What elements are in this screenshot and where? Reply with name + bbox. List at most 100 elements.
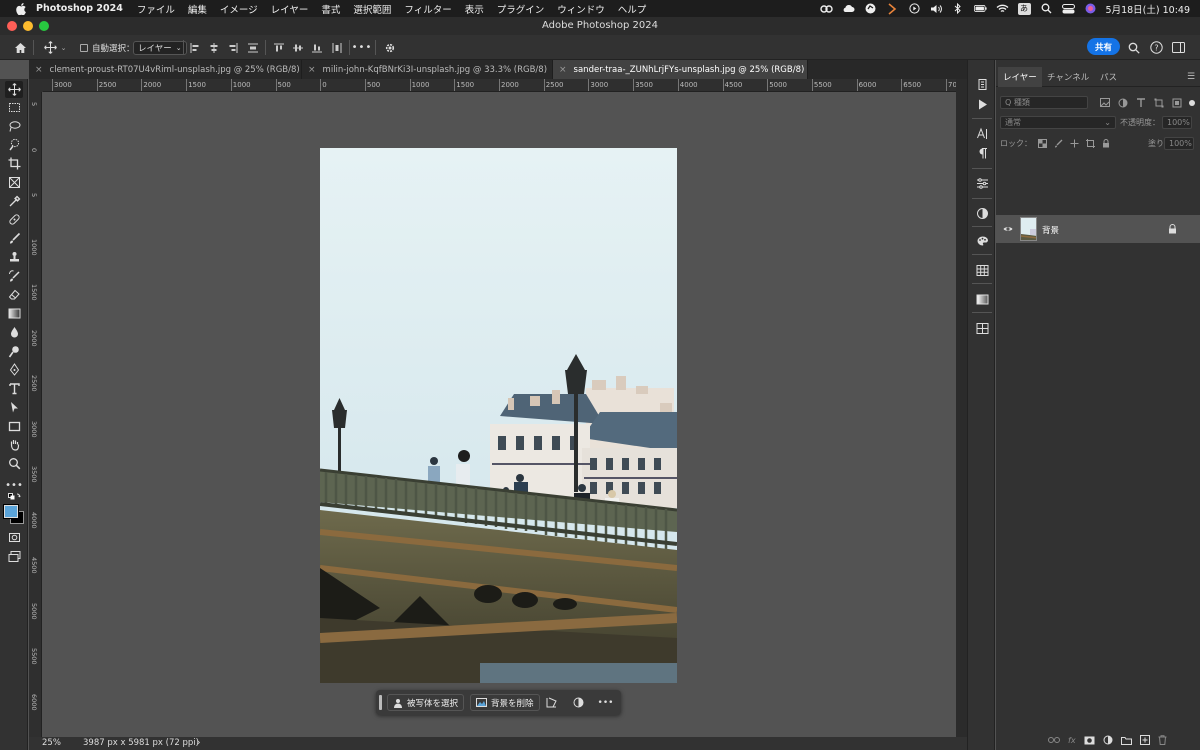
menu-filter[interactable]: フィルター (404, 2, 451, 16)
gradients-panel-icon[interactable] (974, 291, 990, 307)
frame-tool[interactable] (5, 174, 23, 191)
transform-icon[interactable] (543, 694, 560, 711)
help-icon[interactable]: ? (1148, 35, 1164, 60)
auto-select-checkbox[interactable] (80, 43, 88, 52)
brush-tool[interactable] (5, 230, 23, 247)
search-icon[interactable] (1126, 35, 1142, 60)
menu-file[interactable]: ファイル (137, 2, 175, 16)
spot-healing-brush-tool[interactable] (5, 211, 23, 228)
new-layer-icon[interactable] (1139, 735, 1150, 745)
quick-mask-mode[interactable] (5, 529, 23, 546)
home-icon[interactable] (10, 35, 30, 60)
wifi-icon[interactable] (996, 3, 1009, 14)
lasso-tool[interactable] (5, 118, 23, 135)
volume-icon[interactable] (930, 3, 943, 14)
menu-layer[interactable]: レイヤー (271, 2, 309, 16)
new-group-folder-icon[interactable] (1120, 736, 1132, 745)
align-top-icon[interactable] (272, 35, 286, 60)
vertical-scrollbar[interactable] (956, 79, 967, 737)
history-brush-tool[interactable] (5, 268, 23, 285)
object-selection-tool[interactable] (5, 136, 23, 153)
select-subject-button[interactable]: 被写体を選択 (387, 694, 465, 711)
tab-layers[interactable]: レイヤー (998, 67, 1042, 87)
hand-tool[interactable] (5, 436, 23, 453)
move-tool[interactable] (5, 81, 23, 98)
filter-shape-icon[interactable] (1154, 98, 1164, 108)
adjustment-icon[interactable] (570, 694, 587, 711)
spotlight-search-icon[interactable] (1040, 3, 1053, 14)
app-menu[interactable]: Photoshop 2024 (36, 3, 123, 14)
eyedropper-tool[interactable] (5, 193, 23, 210)
menu-window[interactable]: ウィンドウ (557, 2, 605, 16)
menu-plugins[interactable]: プラグイン (497, 2, 545, 16)
ruler-origin[interactable] (29, 79, 43, 92)
more-options-icon[interactable]: ••• (352, 35, 372, 60)
input-method-indicator[interactable]: あ (1017, 2, 1031, 15)
pen-tool[interactable] (5, 361, 23, 378)
move-tool-preset-picker[interactable]: ⌄ (40, 35, 70, 60)
remove-background-button[interactable]: 背景を削除 (470, 694, 540, 711)
lock-artboard-icon[interactable] (1086, 139, 1095, 148)
properties-sliders-icon[interactable] (974, 175, 990, 191)
filter-adjustment-icon[interactable] (1118, 98, 1128, 108)
bluetooth-icon[interactable] (952, 3, 965, 14)
siri-icon[interactable] (1084, 3, 1097, 14)
lock-position-icon[interactable] (1070, 139, 1079, 148)
type-tool[interactable] (5, 380, 23, 397)
layer-filter-kind-dropdown[interactable]: Q 種類 (1000, 96, 1088, 109)
apple-logo-icon[interactable] (14, 2, 28, 15)
document-tab-1[interactable]: × clement-proust-RT07U4vRiml-unsplash.jpg… (29, 60, 302, 79)
layer-visibility-eye-icon[interactable] (1003, 224, 1013, 234)
dodge-tool[interactable] (5, 343, 23, 360)
sync-app-icon[interactable] (864, 3, 877, 14)
eraser-tool[interactable] (5, 286, 23, 303)
document-tab-3-active[interactable]: × sander-traa-_ZUNhLrjFYs-unsplash.jpg @ … (553, 60, 808, 79)
lock-pixels-brush-icon[interactable] (1054, 139, 1063, 148)
task-bar-drag-handle[interactable] (379, 695, 382, 710)
path-selection-tool[interactable] (5, 399, 23, 416)
opacity-input[interactable]: 100% (1162, 116, 1192, 129)
actions-play-icon[interactable] (974, 96, 990, 112)
align-horizontal-center-icon[interactable] (207, 35, 221, 60)
new-adjustment-layer-icon[interactable] (1103, 735, 1113, 745)
zoom-tool[interactable] (5, 455, 23, 472)
lock-all-icon[interactable] (1102, 139, 1110, 148)
auto-select-target-dropdown[interactable]: レイヤー ⌄ (133, 40, 187, 55)
tab-channels[interactable]: チャンネル (1042, 67, 1094, 87)
zoom-level[interactable]: 25% (42, 738, 61, 748)
document-canvas-image[interactable] (320, 148, 677, 683)
filter-pixel-icon[interactable] (1100, 97, 1110, 107)
blur-tool[interactable] (5, 324, 23, 341)
align-left-icon[interactable] (188, 35, 202, 60)
layer-style-fx-icon[interactable]: fx (1068, 736, 1076, 745)
distribute-horizontal-icon[interactable] (330, 35, 344, 60)
layer-row-background[interactable]: 背景 (996, 215, 1200, 243)
close-tab-icon[interactable]: × (35, 65, 43, 75)
workspace-layout-icon[interactable] (1170, 35, 1186, 60)
screen-mode[interactable] (5, 548, 23, 565)
status-info-arrow[interactable]: › (197, 738, 200, 748)
horizontal-ruler[interactable]: 3000 2500 2000 1500 1000 500 0 500 1000 1500 2000 2… (43, 79, 956, 92)
filter-toggle-switch[interactable] (1189, 99, 1195, 106)
cloud-icon[interactable] (842, 3, 855, 14)
rectangular-marquee-tool[interactable] (5, 99, 23, 116)
rectangle-tool[interactable] (5, 418, 23, 435)
fill-input[interactable]: 100% (1164, 137, 1194, 150)
blend-mode-dropdown[interactable]: 通常 ⌄ (1000, 116, 1116, 129)
more-actions-icon[interactable]: ••• (597, 694, 614, 711)
share-button[interactable]: 共有 (1087, 38, 1120, 55)
close-tab-icon[interactable]: × (559, 65, 567, 75)
panel-menu-icon[interactable]: ☰ (1182, 67, 1200, 87)
paragraph-panel-icon[interactable] (974, 145, 990, 161)
menu-help[interactable]: ヘルプ (618, 2, 647, 16)
menu-type[interactable]: 書式 (321, 2, 340, 16)
foreground-color-swatch[interactable] (3, 504, 19, 519)
creative-cloud-icon[interactable] (819, 3, 833, 14)
clone-stamp-tool[interactable] (5, 249, 23, 266)
control-center-icon[interactable] (1061, 3, 1075, 14)
vpn-app-icon[interactable] (886, 2, 899, 15)
swatches-grid-icon[interactable] (974, 262, 990, 278)
patterns-panel-icon[interactable] (974, 320, 990, 336)
distribute-icon[interactable] (246, 35, 260, 60)
adjustments-panel-icon[interactable] (974, 205, 990, 221)
